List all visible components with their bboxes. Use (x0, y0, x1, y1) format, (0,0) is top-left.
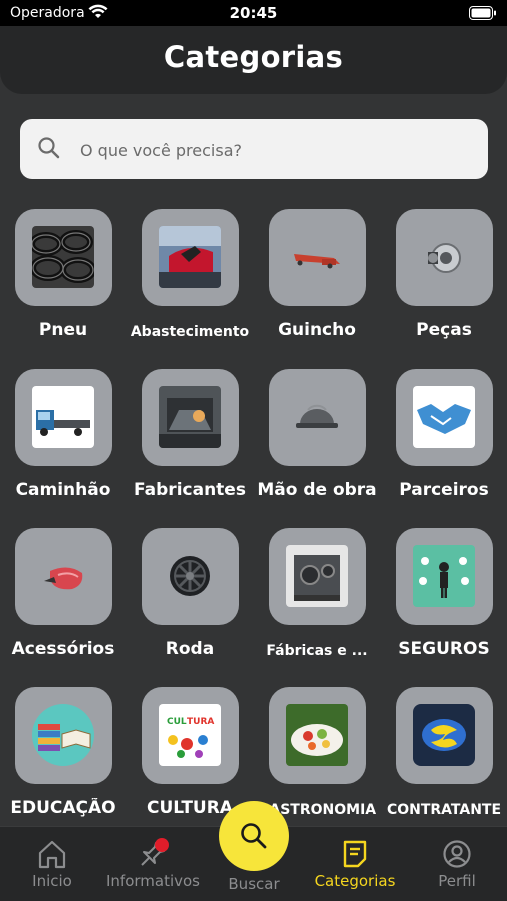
category-cultura[interactable]: CUL TURA CULTURA (127, 684, 253, 826)
category-label: Fabricantes (134, 480, 246, 500)
contractor-logo-icon (413, 704, 475, 766)
svg-text:TURA: TURA (187, 717, 214, 727)
category-label: Abastecimento (130, 324, 250, 340)
category-label: Guincho (278, 320, 356, 340)
nav-categorias[interactable]: Categorias (305, 827, 405, 901)
home-icon (36, 839, 68, 873)
battery-icon (469, 6, 497, 24)
category-tile[interactable] (396, 687, 493, 784)
category-grid: Pneu Abastecimento Guincho Peças Caminhã… (0, 206, 507, 826)
category-tile[interactable] (142, 528, 239, 625)
category-pneu[interactable]: Pneu (0, 206, 126, 356)
category-tile[interactable] (396, 209, 493, 306)
clock: 20:45 (229, 4, 278, 22)
handshake-icon (413, 386, 475, 448)
category-abastecimento[interactable]: Abastecimento (127, 206, 253, 356)
category-tile[interactable] (269, 687, 366, 784)
truck-icon (32, 386, 94, 448)
wheel-rim-icon (159, 545, 221, 607)
category-label: Fábricas e ... (266, 643, 368, 659)
category-tile[interactable] (142, 209, 239, 306)
category-label: Pneu (38, 320, 88, 340)
category-tile[interactable] (269, 209, 366, 306)
nav-label: Categorias (314, 872, 396, 890)
category-tile[interactable] (15, 528, 112, 625)
category-label: Acessórios (11, 639, 115, 659)
notification-badge (155, 838, 169, 852)
insurance-icon (413, 545, 475, 607)
categories-icon (341, 839, 369, 873)
nav-label: Informativos (105, 872, 200, 890)
nav-informativos[interactable]: Informativos (100, 827, 206, 901)
category-gastronomia[interactable]: GASTRONOMIA (254, 684, 380, 826)
category-label: Caminhão (15, 480, 111, 500)
category-educacao[interactable]: EDUCAÇÃO (0, 684, 126, 826)
category-mao-de-obra[interactable]: Mão de obra (254, 366, 380, 516)
alternator-icon (413, 226, 475, 288)
page-title: Categorias (163, 40, 344, 74)
search-icon (37, 136, 61, 164)
culture-icon: CUL TURA (159, 704, 221, 766)
category-tile[interactable] (15, 687, 112, 784)
category-pecas[interactable]: Peças (381, 206, 507, 356)
svg-text:CUL: CUL (167, 717, 187, 727)
category-label: SEGUROS (398, 639, 490, 659)
category-tile[interactable] (396, 369, 493, 466)
app-header: Categorias (0, 26, 507, 94)
search-input[interactable] (78, 135, 472, 165)
nav-inicio[interactable]: Inicio (10, 827, 94, 901)
category-fabricas[interactable]: Fábricas e ... (254, 525, 380, 675)
category-tile[interactable] (15, 369, 112, 466)
category-parceiros[interactable]: Parceiros (381, 366, 507, 516)
factory-icon (159, 386, 221, 448)
side-mirror-icon (32, 545, 94, 607)
category-tile[interactable] (142, 369, 239, 466)
category-tile[interactable] (396, 528, 493, 625)
category-fabricantes[interactable]: Fabricantes (127, 366, 253, 516)
category-label: Parceiros (399, 480, 489, 500)
category-caminhao[interactable]: Caminhão (0, 366, 126, 516)
books-icon (32, 704, 94, 766)
profile-icon (442, 839, 472, 873)
status-bar: Operadora 20:45 (0, 0, 507, 26)
category-label: Roda (165, 639, 215, 659)
category-seguros[interactable]: SEGUROS (381, 525, 507, 675)
engine-icon (286, 545, 348, 607)
hard-hat-icon (286, 386, 348, 448)
category-label: EDUCAÇÃO (10, 798, 116, 818)
nav-perfil[interactable]: Perfil (418, 827, 496, 901)
category-acessorios[interactable]: Acessórios (0, 525, 126, 675)
nav-label: Perfil (438, 872, 476, 890)
category-contratante[interactable]: CONTRATANTE (381, 684, 507, 826)
tires-icon (32, 226, 94, 288)
category-guincho[interactable]: Guincho (254, 206, 380, 356)
category-label: Peças (416, 320, 472, 340)
category-label: Mão de obra (257, 480, 377, 500)
category-label: CONTRATANTE (386, 802, 502, 818)
category-tile[interactable] (269, 528, 366, 625)
nav-label: Buscar (228, 875, 280, 893)
fuel-pump-icon (159, 226, 221, 288)
search-fab-button[interactable] (219, 801, 289, 871)
nav-label: Inicio (32, 872, 72, 890)
category-roda[interactable]: Roda (127, 525, 253, 675)
tow-truck-icon (286, 226, 348, 288)
food-plate-icon (286, 704, 348, 766)
category-tile[interactable] (15, 209, 112, 306)
category-tile[interactable] (269, 369, 366, 466)
category-tile[interactable]: CUL TURA (142, 687, 239, 784)
search-bar[interactable] (20, 119, 488, 179)
